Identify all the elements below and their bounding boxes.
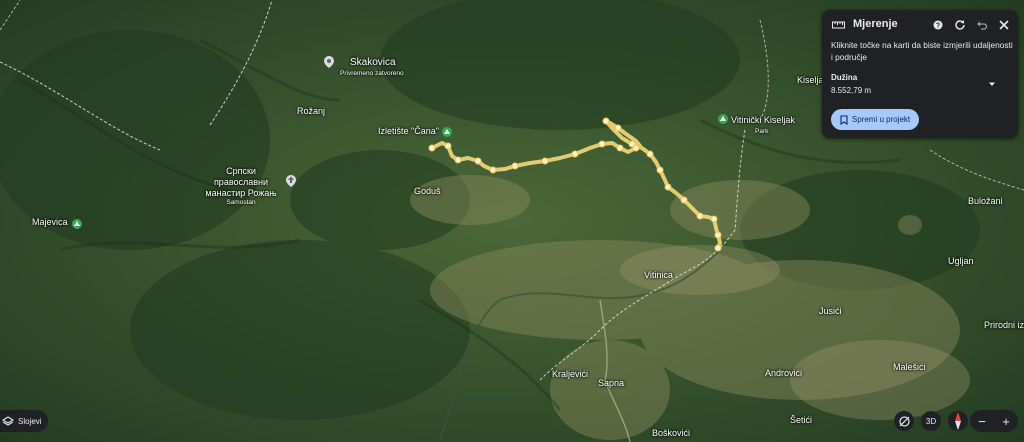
length-label: Dužina	[831, 73, 858, 82]
compass-button[interactable]	[948, 411, 968, 431]
place-label-viticki-kiseljak[interactable]: Vitinički Kiseljak Park	[731, 110, 795, 135]
place-label-malesici[interactable]: Malešići	[893, 362, 926, 372]
place-name: Vitinički Kiseljak	[731, 115, 795, 125]
place-label-rozanj[interactable]: Rožanj	[297, 106, 325, 116]
layers-button[interactable]: Slojevi	[0, 410, 48, 432]
ruler-icon	[832, 18, 845, 30]
place-name: Skakovica	[350, 57, 396, 68]
place-label-kiselja[interactable]: Kiselja	[797, 75, 824, 85]
place-label-godus[interactable]: Goduš	[414, 186, 441, 196]
place-label-monastery[interactable]: Српски православни манастир Рожањ Samost…	[198, 166, 284, 206]
place-label-setici[interactable]: Šetići	[790, 415, 812, 425]
refresh-icon[interactable]	[954, 18, 966, 30]
save-to-project-button[interactable]: Spremi u projekt	[831, 109, 919, 130]
undo-icon[interactable]	[976, 18, 988, 30]
park-pin-icon[interactable]	[442, 124, 452, 142]
place-label-kraljevici[interactable]: Kraljevići	[552, 369, 588, 379]
bookmark-icon	[840, 114, 848, 125]
measurement-panel: Mjerenje ? Kliknite točke na karti da bi…	[822, 10, 1018, 138]
place-type: Park	[755, 128, 769, 135]
no-tilt-icon	[898, 415, 910, 427]
place-label-ugljan[interactable]: Ugljan	[948, 256, 974, 266]
close-icon[interactable]	[998, 18, 1010, 30]
save-button-label: Spremi u projekt	[851, 115, 911, 124]
location-pin-icon[interactable]	[324, 55, 334, 73]
length-value: 8.552,79 m	[831, 86, 872, 95]
church-pin-icon[interactable]	[286, 174, 296, 192]
place-status: Privremeno zatvoreno	[340, 70, 404, 77]
view-3d-button[interactable]: 3D	[921, 411, 941, 431]
place-label-bulozani[interactable]: Buložani	[968, 196, 1003, 206]
place-label-sapna[interactable]: Sapna	[598, 378, 624, 388]
park-pin-icon[interactable]	[72, 216, 82, 234]
place-name: Српски православни манастир Рожањ	[205, 166, 277, 198]
zoom-out-button[interactable]: −	[978, 414, 986, 429]
place-label-vitinica[interactable]: Vitinica	[644, 270, 673, 280]
zoom-in-button[interactable]: +	[1002, 414, 1010, 429]
panel-instruction: Kliknite točke na karti da biste izmjeri…	[831, 40, 1013, 62]
place-label-jusici[interactable]: Jusići	[819, 306, 842, 316]
panel-title: Mjerenje	[853, 18, 898, 30]
park-pin-icon[interactable]	[718, 111, 728, 129]
place-label-majevica[interactable]: Majevica	[32, 217, 68, 227]
help-icon[interactable]: ?	[932, 18, 944, 30]
zoom-controls: − +	[970, 410, 1018, 432]
svg-text:?: ?	[936, 22, 940, 29]
place-label-prirodni-izvor[interactable]: Prirodni izv	[984, 320, 1024, 330]
layers-label: Slojevi	[18, 416, 42, 426]
layers-icon	[2, 416, 14, 426]
tilt-button[interactable]	[894, 411, 914, 431]
place-label-izletiste-cana[interactable]: Izletište "Čana"	[378, 126, 439, 136]
chevron-down-icon[interactable]	[987, 76, 999, 88]
place-type: Samostan	[226, 199, 256, 206]
place-label-androvici[interactable]: Androvići	[765, 368, 802, 378]
place-label-boskovici[interactable]: Boškovići	[652, 428, 690, 438]
place-label-skakovica[interactable]: Skakovica Privremeno zatvoreno	[340, 52, 404, 77]
